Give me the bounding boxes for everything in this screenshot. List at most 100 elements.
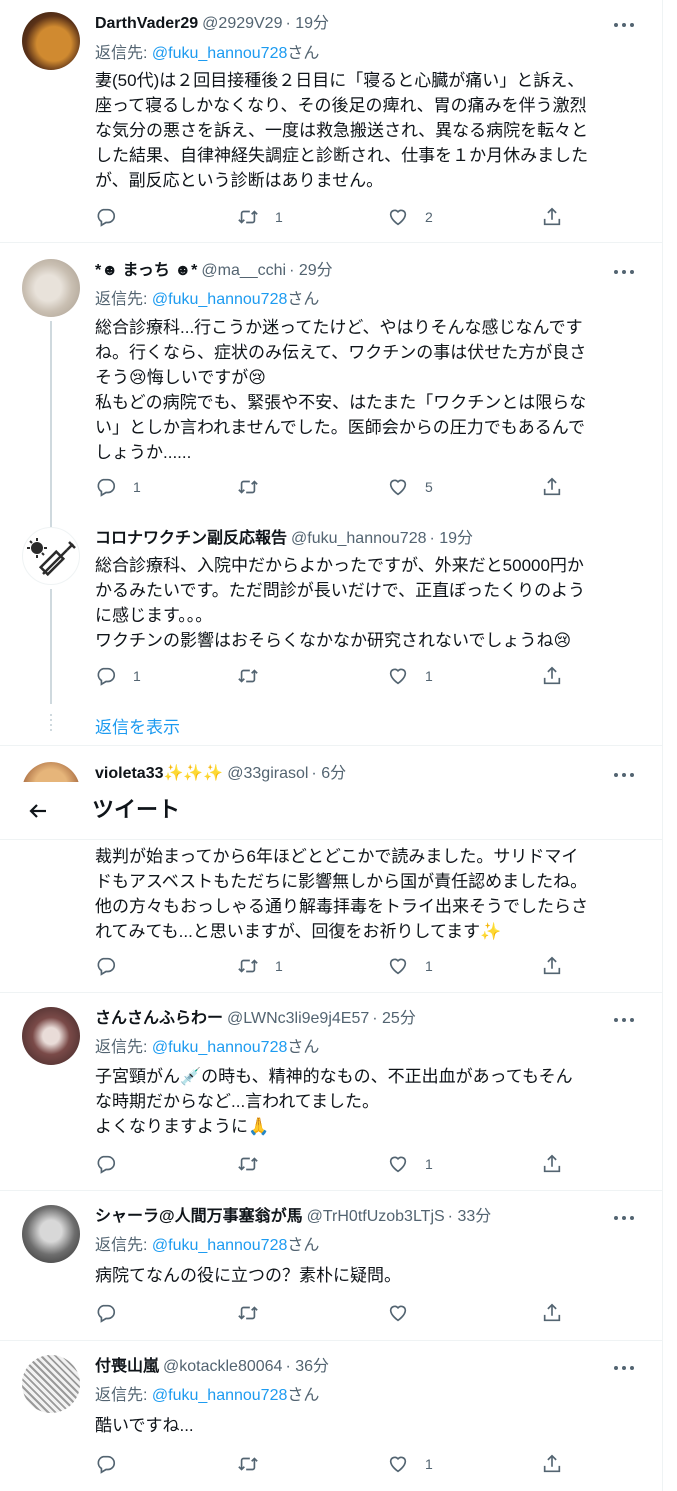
more-icon[interactable] [613,772,635,778]
like-button[interactable]: 1 [387,1452,433,1476]
share-icon [541,1153,563,1175]
reply-mention[interactable]: @fuku_hannou728 [152,1237,287,1254]
tweet-text: 病院てなんの役に立つの？素朴に疑問。 [95,1266,401,1285]
user-handle[interactable]: @kotackle80064 [163,1358,282,1375]
display-name[interactable]: DarthVader29 [95,15,198,32]
more-icon[interactable] [613,22,635,28]
share-button[interactable] [541,205,563,229]
reply-prefix: 返信先: [95,291,152,308]
share-button[interactable] [541,954,563,978]
timestamp[interactable]: · 29分 [289,262,333,279]
tweet[interactable]: *☻ まっち ☻* @ma__cchi · 29分 返信先: @fuku_hanno… [0,243,663,507]
more-icon[interactable] [613,269,635,275]
like-button[interactable]: 1 [387,1152,433,1176]
reply-prefix: 返信先: [95,45,152,62]
tweet-text: 妻(50代)は２回目接種後２日目に「寝ると心臓が痛い」と訴え、 座って寝るしかな… [95,71,589,190]
timestamp[interactable]: · 33分 [448,1208,492,1225]
display-name[interactable]: 付喪山嵐 [95,1358,159,1375]
reply-button[interactable] [95,1152,133,1176]
reply-mention[interactable]: @fuku_hannou728 [152,1039,287,1056]
replying-to: 返信先: @fuku_hannou728さん [95,1384,319,1408]
timestamp[interactable]: · 19分 [429,530,473,547]
tweet-text: 子宮頸がん💉の時も、精神的なもの、不正出血があってもそん な時期だからなど...… [95,1067,573,1136]
avatar[interactable] [22,12,80,70]
retweet-button[interactable] [237,1301,275,1325]
reply-button[interactable]: 1 [95,475,141,499]
share-button[interactable] [541,1452,563,1476]
timestamp[interactable]: · 19分 [285,15,329,32]
retweet-button[interactable] [237,1452,275,1476]
thread-dots [50,714,52,734]
reply-mention[interactable]: @fuku_hannou728 [152,45,287,62]
show-replies-link[interactable]: 返信を表示 [95,713,180,738]
retweet-button[interactable]: 1 [237,954,283,978]
like-icon [387,1453,409,1475]
tweet[interactable]: DarthVader29 @2929V29 · 19分 返信先: @fuku_han… [0,0,662,243]
retweet-icon [237,665,259,687]
reply-button[interactable] [95,954,133,978]
retweet-button[interactable]: 1 [237,205,283,229]
avatar[interactable] [22,259,80,317]
user-handle[interactable]: @TrH0tfUzob3LTjS [307,1208,445,1225]
reply-button[interactable] [95,1452,133,1476]
retweet-button[interactable] [237,1152,275,1176]
user-handle[interactable]: @LWNc3li9e9j4E57 [227,1010,369,1027]
timestamp[interactable]: · 36分 [285,1358,329,1375]
tweet[interactable]: シャーラ@人間万事塞翁が馬 @TrH0tfUzob3LTjS · 33分 返信先: … [0,1191,662,1341]
tweet-actions: 1 5 [95,475,565,499]
share-icon [541,476,563,498]
reply-icon [95,1153,117,1175]
tweet-text: 酷いですね... [95,1416,194,1435]
tweet-actions [95,1301,565,1325]
reply-button[interactable]: 1 [95,664,141,688]
display-name[interactable]: violeta33✨✨✨ [95,765,223,782]
timestamp[interactable]: · 25分 [372,1010,416,1027]
tweet-actions: 1 2 [95,205,565,229]
tweet[interactable]: 付喪山嵐 @kotackle80064 · 36分 返信先: @fuku_hanno… [0,1341,663,1491]
more-icon[interactable] [613,1017,635,1023]
display-name[interactable]: さんさんふらわー [95,1010,223,1027]
display-name[interactable]: シャーラ@人間万事塞翁が馬 [95,1208,303,1225]
timestamp[interactable]: · 6分 [311,765,346,782]
more-icon[interactable] [613,1365,635,1371]
user-handle[interactable]: @ma__cchi [201,262,286,279]
share-button[interactable] [541,475,563,499]
reply-mention[interactable]: @fuku_hannou728 [152,291,287,308]
user-handle[interactable]: @2929V29 [202,15,282,32]
more-icon[interactable] [613,1215,635,1221]
like-count: 1 [425,668,433,684]
tweet-text: 裁判が始まってから6年ほどとどこかで読みました。サリドマイ ドもアスベストもただ… [95,847,588,941]
avatar[interactable] [22,1205,80,1263]
like-button[interactable]: 1 [387,954,433,978]
back-arrow-icon[interactable] [26,799,50,823]
display-name[interactable]: *☻ まっち ☻* [95,262,197,279]
like-icon [387,476,409,498]
like-button[interactable]: 5 [387,475,433,499]
display-name[interactable]: コロナワクチン副反応報告 [95,530,287,547]
avatar[interactable] [22,527,80,585]
user-handle[interactable]: @fuku_hannou728 [291,530,426,547]
share-icon [541,1453,563,1475]
user-handle[interactable]: @33girasol [227,765,308,782]
share-button[interactable] [541,1152,563,1176]
avatar[interactable] [22,1355,80,1413]
retweet-icon [237,206,259,228]
tweet-actions: 1 1 [95,954,565,978]
reply-mention[interactable]: @fuku_hannou728 [152,1387,287,1404]
share-button[interactable] [541,1301,563,1325]
tweet[interactable]: さんさんふらわー @LWNc3li9e9j4E57 · 25分 返信先: @fuku… [0,993,662,1191]
reply-button[interactable] [95,1301,133,1325]
tweet-text: 総合診療科、入院中だからよかったですが、外来だと50000円か かるみたいです。… [95,556,586,650]
tweet-header: *☻ まっち ☻* @ma__cchi · 29分 [95,259,633,283]
like-button[interactable] [387,1301,425,1325]
replying-to: 返信先: @fuku_hannou728さん [95,288,319,312]
retweet-button[interactable] [237,664,275,688]
retweet-button[interactable] [237,475,275,499]
like-button[interactable]: 2 [387,205,433,229]
tweet[interactable]: コロナワクチン副反応報告 @fuku_hannou728 · 19分 総合診療科、入… [0,507,662,746]
share-button[interactable] [541,664,563,688]
reply-button[interactable] [95,205,133,229]
like-button[interactable]: 1 [387,664,433,688]
avatar[interactable] [22,1007,80,1065]
reply-prefix: 返信先: [95,1039,152,1056]
